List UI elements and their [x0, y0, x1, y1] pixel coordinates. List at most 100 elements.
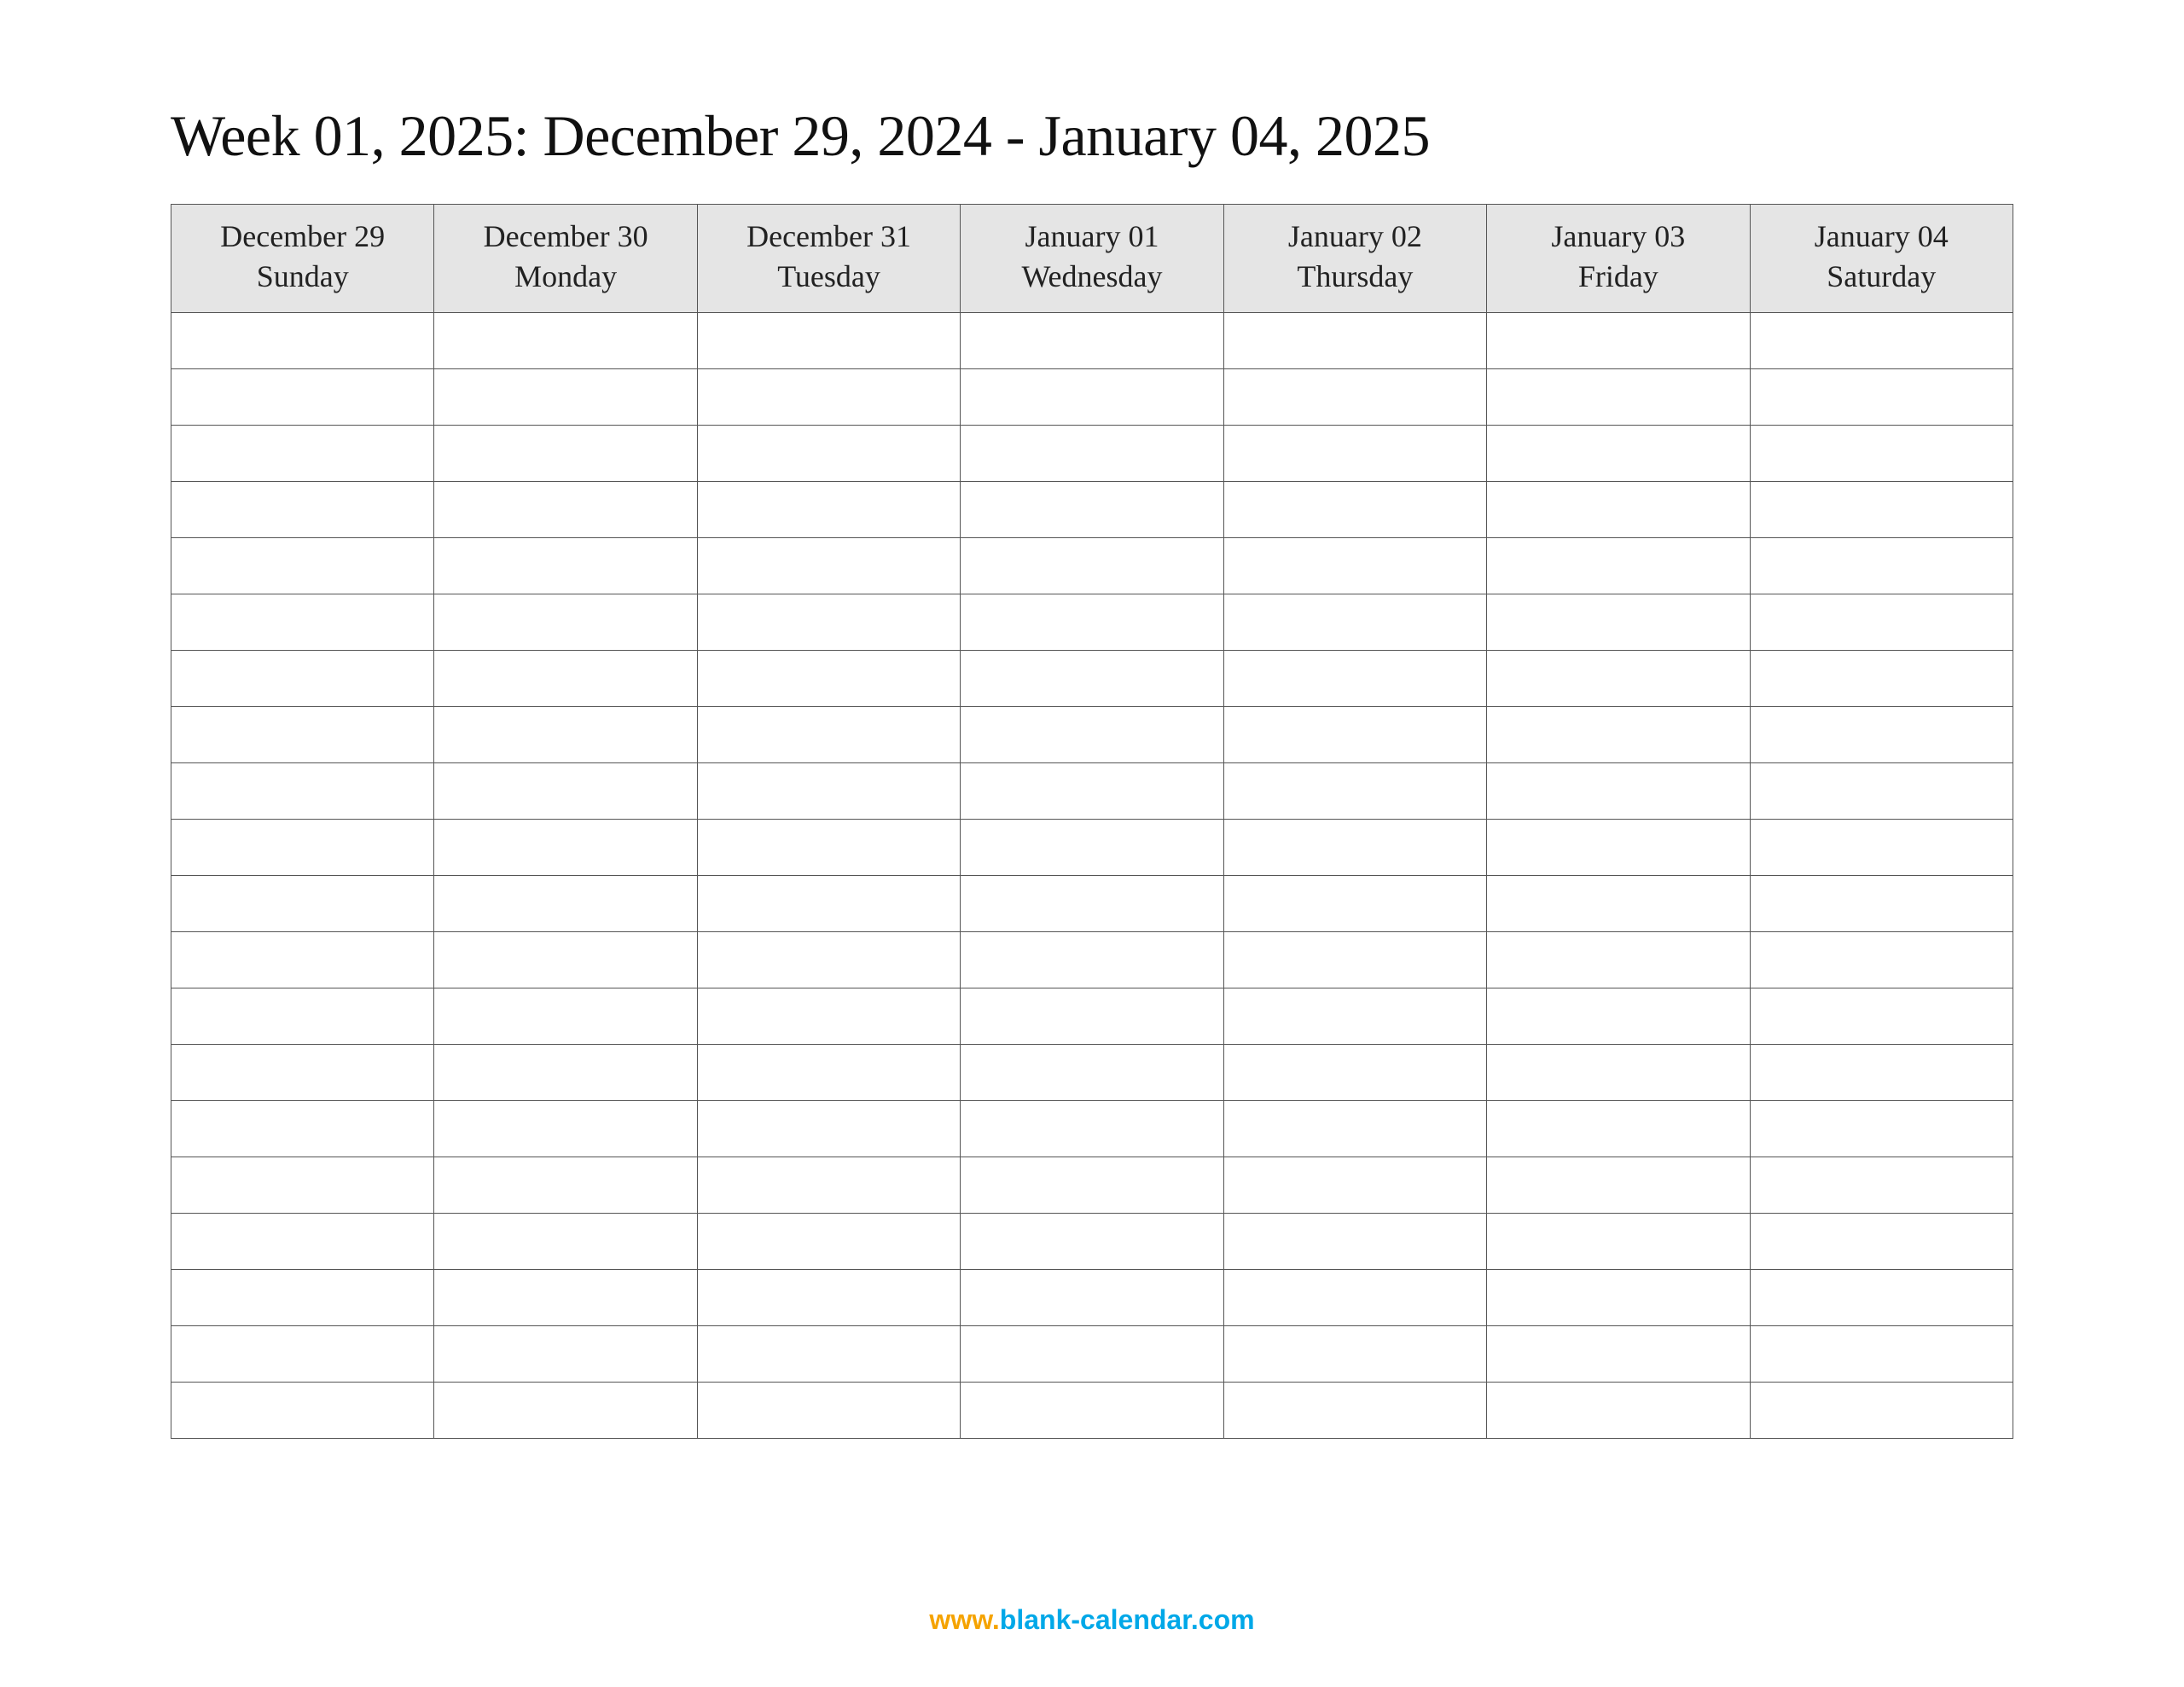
calendar-cell[interactable] — [1223, 650, 1486, 706]
calendar-cell[interactable] — [171, 988, 434, 1044]
calendar-cell[interactable] — [697, 650, 960, 706]
calendar-cell[interactable] — [434, 425, 697, 481]
calendar-cell[interactable] — [961, 481, 1223, 537]
calendar-cell[interactable] — [697, 1044, 960, 1100]
calendar-cell[interactable] — [961, 1382, 1223, 1438]
calendar-cell[interactable] — [961, 594, 1223, 650]
calendar-cell[interactable] — [961, 1325, 1223, 1382]
calendar-cell[interactable] — [961, 1269, 1223, 1325]
calendar-cell[interactable] — [171, 650, 434, 706]
calendar-cell[interactable] — [697, 931, 960, 988]
calendar-cell[interactable] — [1487, 1269, 1750, 1325]
calendar-cell[interactable] — [434, 875, 697, 931]
calendar-cell[interactable] — [1223, 594, 1486, 650]
calendar-cell[interactable] — [171, 368, 434, 425]
calendar-cell[interactable] — [1750, 1044, 2013, 1100]
calendar-cell[interactable] — [171, 1382, 434, 1438]
calendar-cell[interactable] — [1223, 1157, 1486, 1213]
calendar-cell[interactable] — [171, 425, 434, 481]
calendar-cell[interactable] — [1223, 1100, 1486, 1157]
calendar-cell[interactable] — [1750, 931, 2013, 988]
calendar-cell[interactable] — [961, 425, 1223, 481]
calendar-cell[interactable] — [434, 650, 697, 706]
calendar-cell[interactable] — [961, 1157, 1223, 1213]
calendar-cell[interactable] — [961, 931, 1223, 988]
calendar-cell[interactable] — [1750, 312, 2013, 368]
calendar-cell[interactable] — [1750, 762, 2013, 819]
calendar-cell[interactable] — [1750, 988, 2013, 1044]
calendar-cell[interactable] — [434, 706, 697, 762]
calendar-cell[interactable] — [171, 537, 434, 594]
calendar-cell[interactable] — [961, 706, 1223, 762]
calendar-cell[interactable] — [434, 1044, 697, 1100]
calendar-cell[interactable] — [1750, 819, 2013, 875]
calendar-cell[interactable] — [697, 1100, 960, 1157]
calendar-cell[interactable] — [1487, 819, 1750, 875]
calendar-cell[interactable] — [434, 368, 697, 425]
calendar-cell[interactable] — [697, 312, 960, 368]
calendar-cell[interactable] — [1223, 1044, 1486, 1100]
calendar-cell[interactable] — [171, 1213, 434, 1269]
calendar-cell[interactable] — [1487, 931, 1750, 988]
calendar-cell[interactable] — [171, 1044, 434, 1100]
calendar-cell[interactable] — [434, 1325, 697, 1382]
calendar-cell[interactable] — [1487, 1325, 1750, 1382]
calendar-cell[interactable] — [1223, 1269, 1486, 1325]
calendar-cell[interactable] — [1750, 537, 2013, 594]
calendar-cell[interactable] — [434, 1382, 697, 1438]
calendar-cell[interactable] — [1223, 537, 1486, 594]
calendar-cell[interactable] — [1223, 481, 1486, 537]
calendar-cell[interactable] — [697, 706, 960, 762]
calendar-cell[interactable] — [171, 1269, 434, 1325]
calendar-cell[interactable] — [1223, 706, 1486, 762]
calendar-cell[interactable] — [697, 368, 960, 425]
calendar-cell[interactable] — [697, 1382, 960, 1438]
calendar-cell[interactable] — [1487, 1100, 1750, 1157]
calendar-cell[interactable] — [171, 1100, 434, 1157]
calendar-cell[interactable] — [434, 537, 697, 594]
calendar-cell[interactable] — [1223, 931, 1486, 988]
calendar-cell[interactable] — [697, 1269, 960, 1325]
calendar-cell[interactable] — [171, 706, 434, 762]
calendar-cell[interactable] — [697, 819, 960, 875]
calendar-cell[interactable] — [434, 988, 697, 1044]
calendar-cell[interactable] — [1487, 1044, 1750, 1100]
calendar-cell[interactable] — [1487, 368, 1750, 425]
calendar-cell[interactable] — [1750, 1157, 2013, 1213]
calendar-cell[interactable] — [1487, 312, 1750, 368]
calendar-cell[interactable] — [1487, 650, 1750, 706]
calendar-cell[interactable] — [434, 594, 697, 650]
calendar-cell[interactable] — [697, 875, 960, 931]
calendar-cell[interactable] — [1750, 425, 2013, 481]
calendar-cell[interactable] — [961, 988, 1223, 1044]
calendar-cell[interactable] — [1750, 706, 2013, 762]
calendar-cell[interactable] — [697, 762, 960, 819]
calendar-cell[interactable] — [961, 819, 1223, 875]
calendar-cell[interactable] — [1750, 875, 2013, 931]
calendar-cell[interactable] — [697, 594, 960, 650]
calendar-cell[interactable] — [1223, 1325, 1486, 1382]
calendar-cell[interactable] — [1487, 425, 1750, 481]
calendar-cell[interactable] — [434, 1269, 697, 1325]
calendar-cell[interactable] — [1750, 1269, 2013, 1325]
calendar-cell[interactable] — [171, 931, 434, 988]
calendar-cell[interactable] — [961, 1213, 1223, 1269]
calendar-cell[interactable] — [1487, 762, 1750, 819]
calendar-cell[interactable] — [171, 1325, 434, 1382]
calendar-cell[interactable] — [171, 594, 434, 650]
calendar-cell[interactable] — [1223, 1382, 1486, 1438]
calendar-cell[interactable] — [961, 762, 1223, 819]
calendar-cell[interactable] — [1750, 1100, 2013, 1157]
calendar-cell[interactable] — [697, 1213, 960, 1269]
calendar-cell[interactable] — [1750, 650, 2013, 706]
calendar-cell[interactable] — [1223, 819, 1486, 875]
calendar-cell[interactable] — [697, 537, 960, 594]
calendar-cell[interactable] — [1487, 594, 1750, 650]
calendar-cell[interactable] — [171, 481, 434, 537]
calendar-cell[interactable] — [434, 312, 697, 368]
calendar-cell[interactable] — [961, 537, 1223, 594]
calendar-cell[interactable] — [171, 819, 434, 875]
calendar-cell[interactable] — [434, 762, 697, 819]
calendar-cell[interactable] — [434, 1213, 697, 1269]
calendar-cell[interactable] — [1487, 706, 1750, 762]
